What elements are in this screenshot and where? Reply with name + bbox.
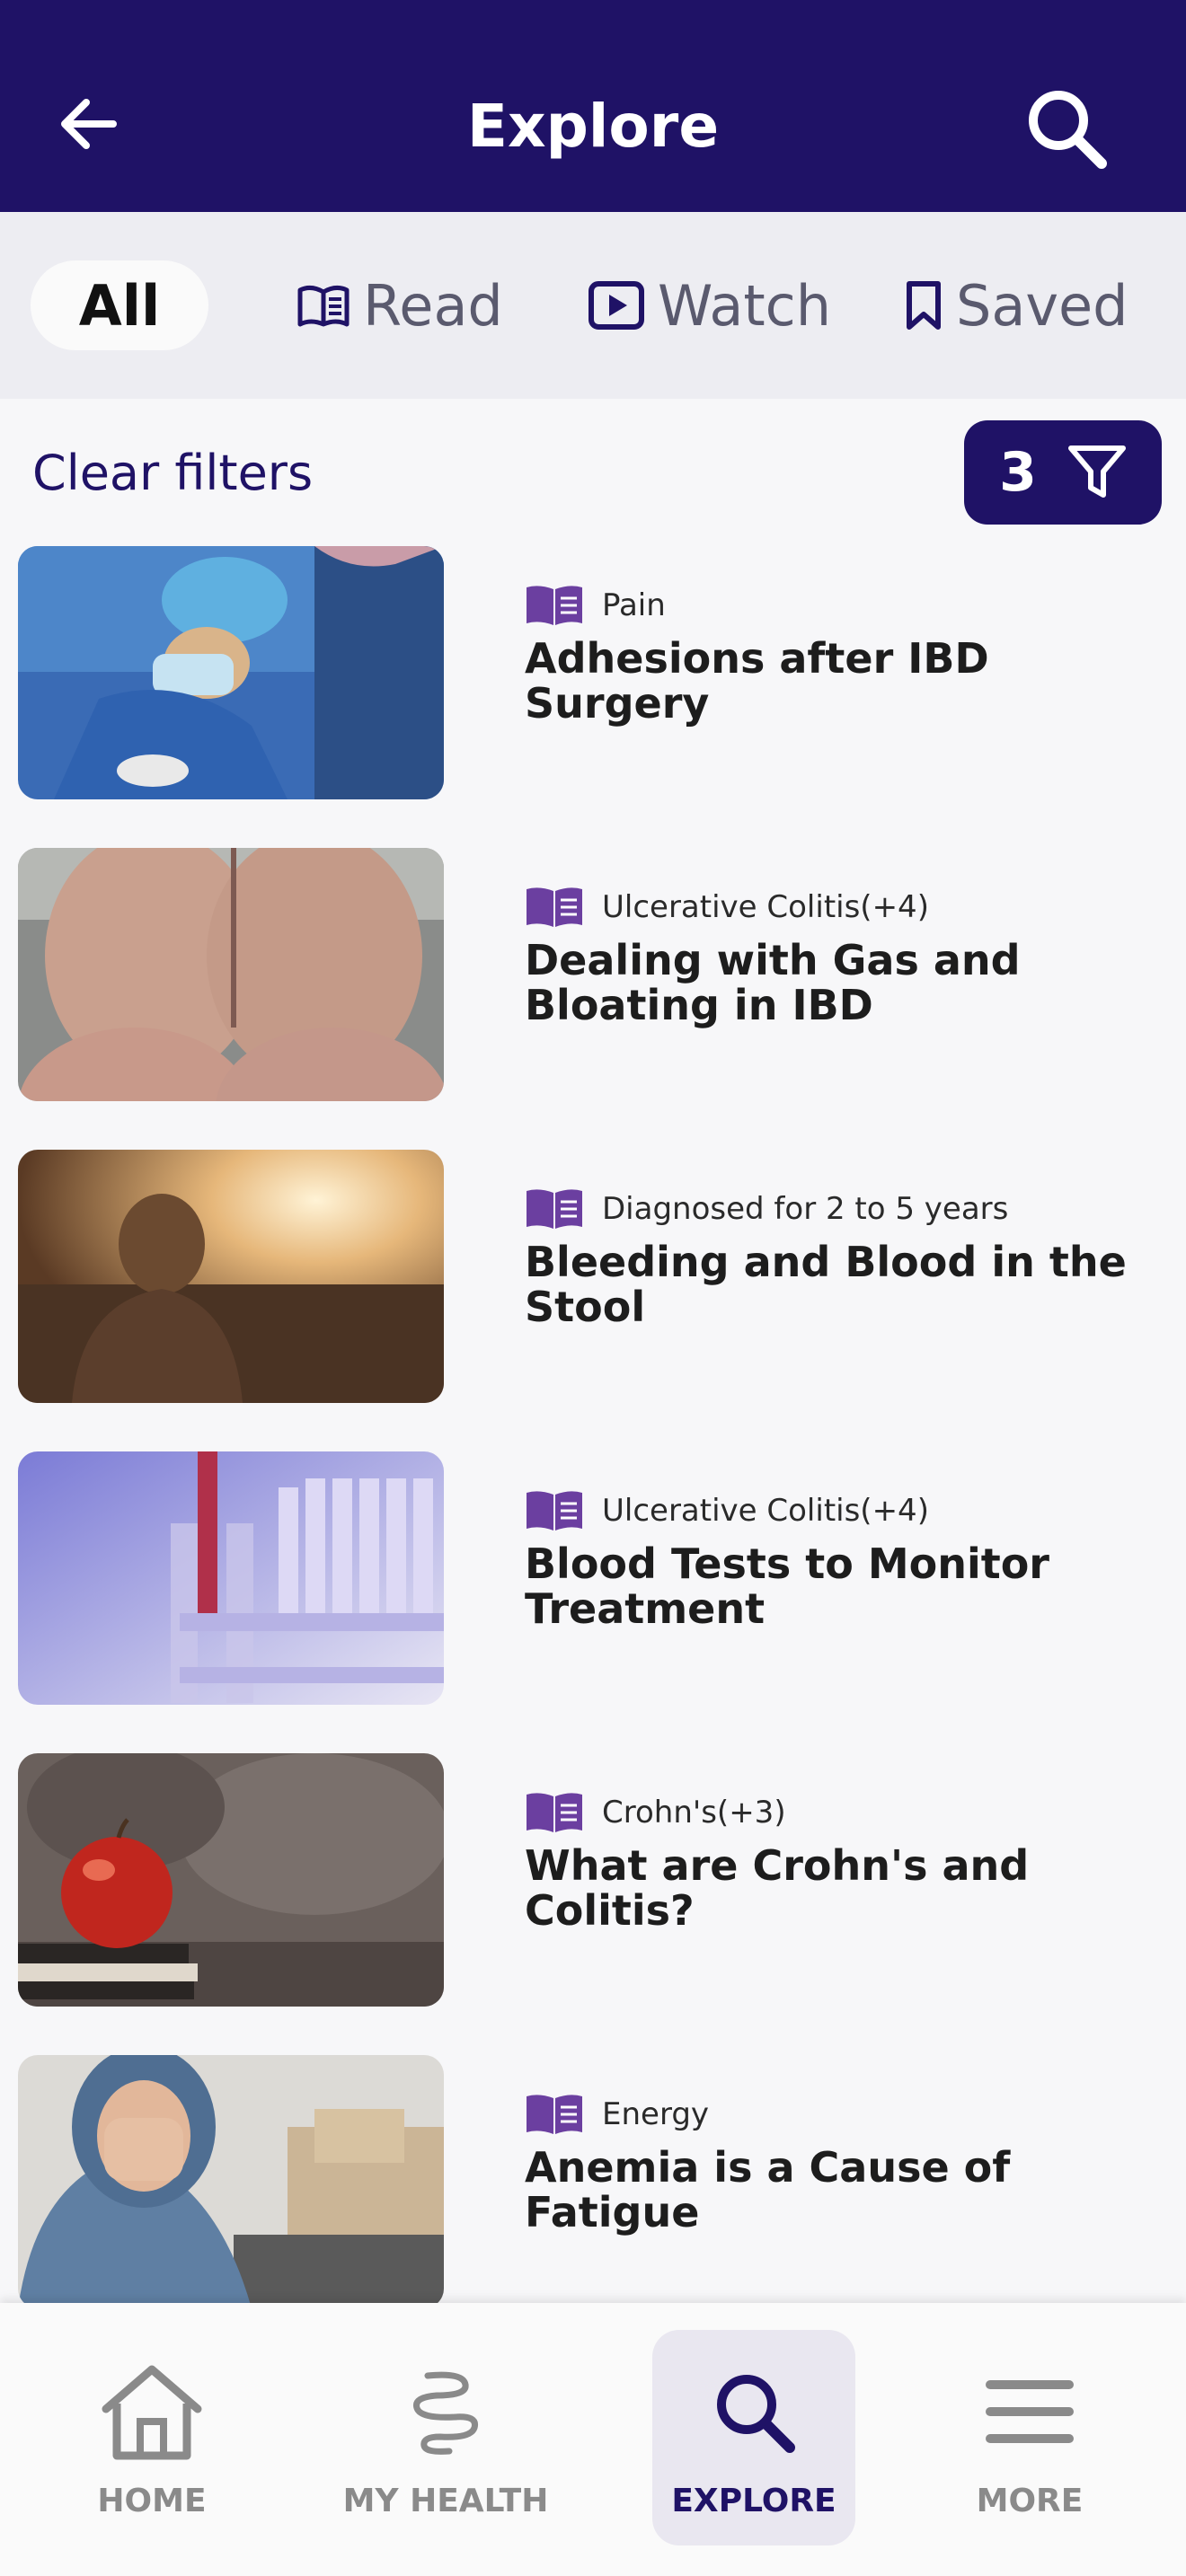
book-icon (527, 2095, 582, 2134)
article-title: Anemia is a Cause of Fatigue (525, 2143, 1011, 2236)
article-meta: Crohn's(+3) (525, 1791, 786, 1834)
article-thumbnail-sunset (18, 1150, 444, 1403)
filter-button[interactable]: 3 (964, 420, 1162, 525)
nav-my-health-label: MY HEALTH (342, 2483, 549, 2519)
nav-explore[interactable]: EXPLORE (652, 2330, 855, 2545)
article-title: Bleeding and Blood in the Stool (525, 1238, 1127, 1331)
article-meta: Energy (525, 2093, 709, 2136)
article-title: What are Crohn's and Colitis? (525, 1841, 1030, 1935)
book-icon (527, 1189, 582, 1229)
article-thumbnail-surgery (18, 546, 444, 799)
article-meta: Pain (525, 584, 666, 627)
home-icon (102, 2365, 202, 2460)
tab-all[interactable]: All (31, 260, 208, 350)
tab-watch[interactable]: Watch (588, 260, 831, 350)
search-icon (1029, 91, 1107, 169)
article-thumbnail-tired-person (18, 2055, 444, 2308)
book-icon (527, 1793, 582, 1832)
play-icon (589, 281, 644, 330)
article-meta: Ulcerative Colitis(+4) (525, 886, 929, 929)
book-icon (527, 887, 582, 927)
filter-count-badge: 3 (999, 441, 1037, 504)
book-icon (297, 285, 350, 327)
article-thumbnail-bloating (18, 848, 444, 1101)
article-card[interactable]: Crohn's(+3) What are Crohn's and Colitis… (0, 1753, 1186, 2010)
search-icon (717, 2375, 795, 2453)
nav-explore-label: EXPLORE (671, 2483, 836, 2519)
app-header: Explore (0, 0, 1186, 212)
article-card[interactable]: Energy Anemia is a Cause of Fatigue (0, 2055, 1186, 2312)
tab-all-label: All (78, 272, 161, 339)
article-tag: Ulcerative Colitis(+4) (602, 889, 929, 925)
article-card[interactable]: Ulcerative Colitis(+4) Dealing with Gas … (0, 848, 1186, 1105)
article-thumbnail-apple (18, 1753, 444, 2007)
article-meta: Ulcerative Colitis(+4) (525, 1489, 929, 1532)
article-card[interactable]: Diagnosed for 2 to 5 years Bleeding and … (0, 1150, 1186, 1407)
tab-saved-label: Saved (956, 272, 1128, 339)
tab-watch-label: Watch (658, 272, 832, 339)
article-meta: Diagnosed for 2 to 5 years (525, 1187, 1008, 1231)
bookmark-icon (907, 281, 941, 330)
book-icon (527, 586, 582, 625)
nav-home[interactable]: HOME (49, 2330, 255, 2545)
article-tag: Crohn's(+3) (602, 1795, 786, 1831)
article-tag: Pain (602, 587, 666, 623)
bottom-navigation: HOME MY HEALTH EXPLORE MORE (0, 2303, 1186, 2576)
tab-read[interactable]: Read (296, 260, 503, 350)
tab-read-label: Read (363, 272, 503, 339)
funnel-icon (1067, 446, 1126, 498)
book-icon (527, 1491, 582, 1531)
nav-home-label: HOME (97, 2483, 207, 2519)
article-tag: Ulcerative Colitis(+4) (602, 1493, 929, 1529)
article-card[interactable]: Ulcerative Colitis(+4) Blood Tests to Mo… (0, 1451, 1186, 1708)
article-thumbnail-test-tubes (18, 1451, 444, 1705)
nav-my-health[interactable]: MY HEALTH (342, 2330, 549, 2545)
article-tag: Diagnosed for 2 to 5 years (602, 1191, 1009, 1227)
clear-filters-link[interactable]: Clear filters (32, 442, 313, 505)
article-tag: Energy (602, 2096, 710, 2132)
search-button[interactable] (1021, 83, 1111, 172)
content-type-tabs: All Read Watch Saved (0, 212, 1186, 399)
article-title: Dealing with Gas and Bloating in IBD (525, 936, 1021, 1029)
tab-saved[interactable]: Saved (904, 260, 1128, 350)
article-title: Adhesions after IBD Surgery (525, 634, 989, 728)
nav-more[interactable]: MORE (926, 2330, 1133, 2545)
intestine-icon (413, 2371, 478, 2455)
page-title: Explore (466, 92, 720, 161)
article-title: Blood Tests to Monitor Treatment (525, 1539, 1049, 1633)
nav-more-label: MORE (976, 2483, 1084, 2519)
menu-icon (986, 2380, 1074, 2443)
article-card[interactable]: Pain Adhesions after IBD Surgery (0, 546, 1186, 803)
